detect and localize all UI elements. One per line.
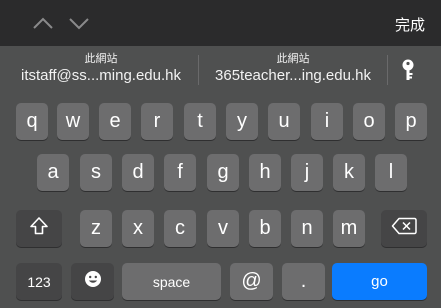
numbers-key[interactable]: 123 xyxy=(16,263,62,300)
suggestion-username: itstaff@ss...ming.edu.hk xyxy=(20,67,182,84)
key-f[interactable]: f xyxy=(164,154,196,191)
at-key[interactable]: @ xyxy=(230,263,273,300)
suggestion-label: 此網站 xyxy=(276,53,310,65)
divider xyxy=(387,55,388,85)
key-m[interactable]: m xyxy=(333,210,365,247)
key-a[interactable]: a xyxy=(37,154,69,191)
keyboard-toolbar: 完成 xyxy=(0,0,441,46)
key-t[interactable]: t xyxy=(184,103,216,140)
key-q[interactable]: q xyxy=(16,103,48,140)
key-n[interactable]: n xyxy=(291,210,323,247)
credential-suggestion-1[interactable]: 此網站 itstaff@ss...ming.edu.hk xyxy=(8,52,194,86)
key-b[interactable]: b xyxy=(249,210,281,247)
key-l[interactable]: l xyxy=(375,154,407,191)
shift-icon xyxy=(29,216,49,242)
key-o[interactable]: o xyxy=(353,103,385,140)
backspace-icon xyxy=(391,217,417,241)
emoji-key[interactable] xyxy=(71,263,114,300)
dot-key[interactable]: . xyxy=(282,263,325,300)
key-z[interactable]: z xyxy=(80,210,112,247)
divider xyxy=(198,55,199,85)
backspace-key[interactable] xyxy=(381,210,427,247)
chevron-up-icon[interactable] xyxy=(32,13,54,33)
key-k[interactable]: k xyxy=(333,154,365,191)
key-h[interactable]: h xyxy=(249,154,281,191)
keyboard: q w e r t y u i o p a s d f g h j k l z … xyxy=(0,93,441,308)
suggestion-label: 此網站 xyxy=(84,53,118,65)
chevron-down-icon[interactable] xyxy=(68,13,90,33)
key-g[interactable]: g xyxy=(207,154,239,191)
key-i[interactable]: i xyxy=(311,103,343,140)
key-j[interactable]: j xyxy=(291,154,323,191)
credential-suggestion-2[interactable]: 此網站 365teacher...ing.edu.hk xyxy=(203,52,383,86)
key-s[interactable]: s xyxy=(80,154,112,191)
key-d[interactable]: d xyxy=(122,154,154,191)
key-w[interactable]: w xyxy=(57,103,89,140)
key-c[interactable]: c xyxy=(164,210,196,247)
key-v[interactable]: v xyxy=(207,210,239,247)
key-y[interactable]: y xyxy=(226,103,258,140)
suggestion-username: 365teacher...ing.edu.hk xyxy=(215,67,371,84)
key-p[interactable]: p xyxy=(395,103,427,140)
done-button[interactable]: 完成 xyxy=(395,14,425,35)
emoji-icon xyxy=(84,270,102,294)
key-r[interactable]: r xyxy=(141,103,173,140)
key-x[interactable]: x xyxy=(122,210,154,247)
key-icon[interactable] xyxy=(397,58,419,82)
go-button[interactable]: go xyxy=(332,263,427,300)
key-e[interactable]: e xyxy=(99,103,131,140)
space-key[interactable]: space xyxy=(122,263,221,300)
shift-key[interactable] xyxy=(16,210,62,247)
password-suggestion-bar: 此網站 itstaff@ss...ming.edu.hk 此網站 365teac… xyxy=(0,46,441,93)
key-u[interactable]: u xyxy=(268,103,300,140)
